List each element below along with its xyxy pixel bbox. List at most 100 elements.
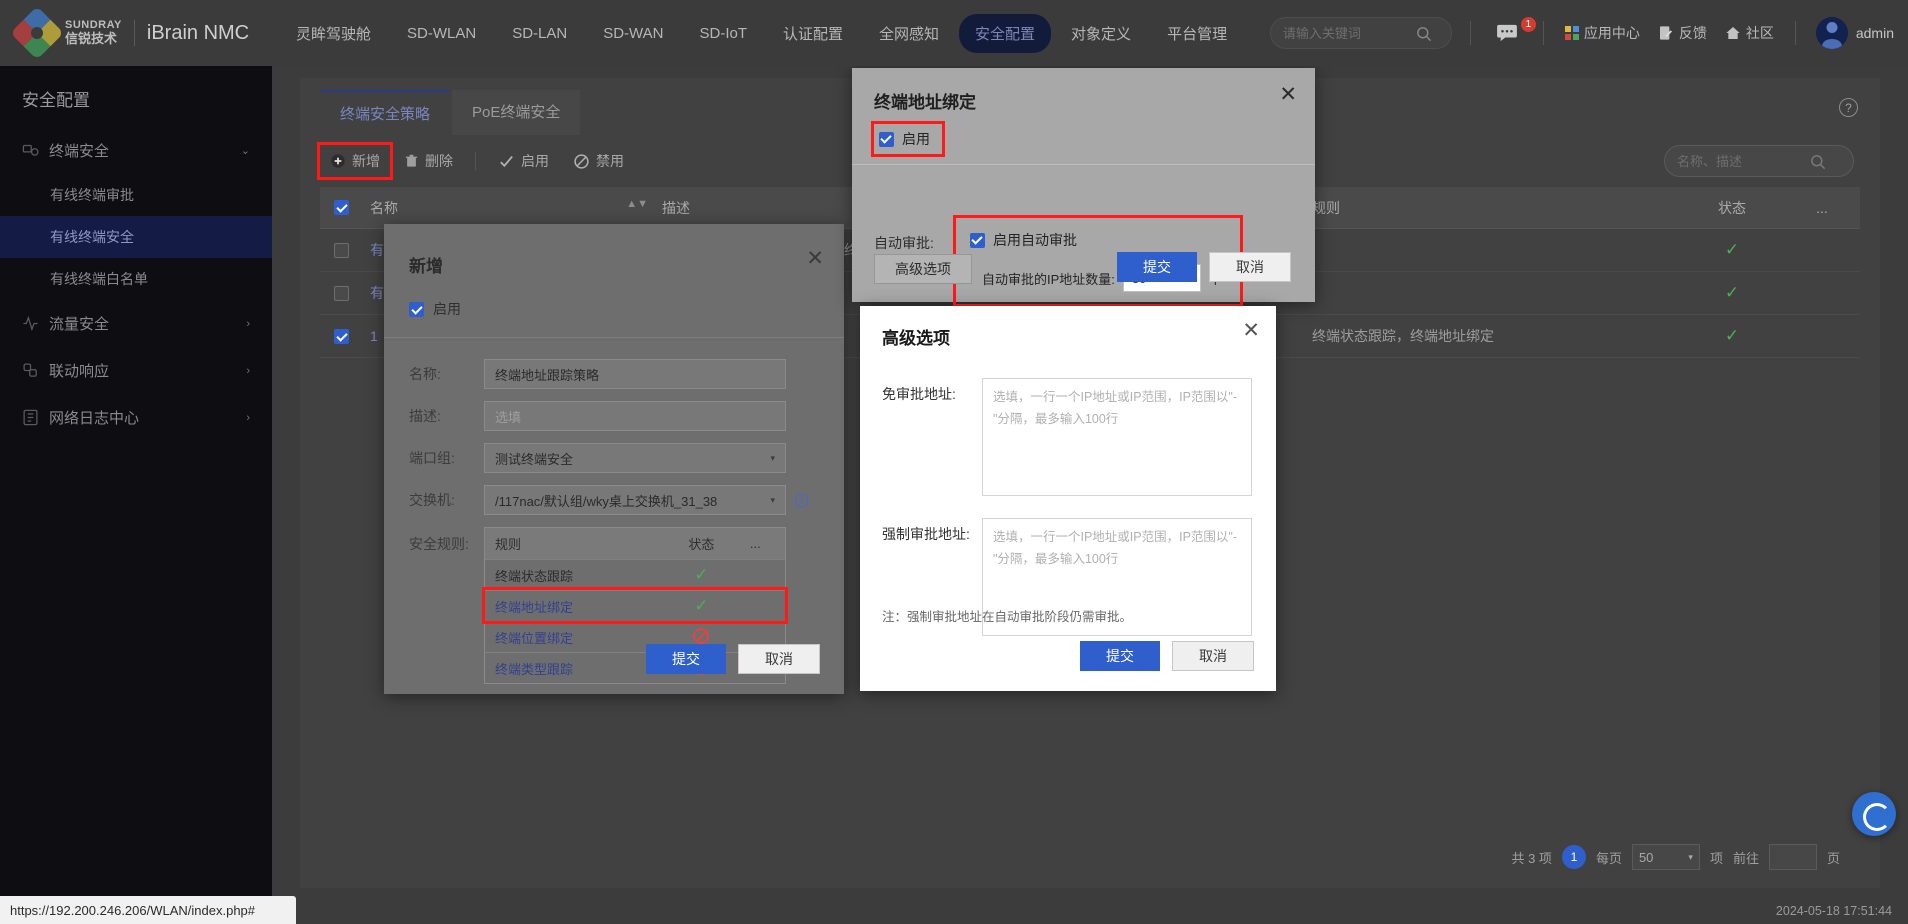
- add-button[interactable]: 新增: [317, 142, 393, 180]
- submit-button[interactable]: 提交: [1117, 252, 1197, 282]
- advanced-options-button[interactable]: 高级选项: [874, 254, 972, 284]
- link-icon: [23, 363, 37, 377]
- table-search-input[interactable]: [1675, 152, 1805, 170]
- sidebar-group-traffic-security[interactable]: 流量安全 ›: [0, 300, 272, 347]
- enable-label: 启用: [902, 131, 930, 147]
- column-header-name[interactable]: 名称 ▲▼: [362, 198, 662, 218]
- disable-button[interactable]: 禁用: [563, 145, 634, 177]
- messages-button[interactable]: 1: [1487, 17, 1536, 42]
- column-header-status: 状态: [1718, 199, 1746, 216]
- check-icon: [500, 155, 513, 167]
- select-all-cell: [320, 200, 362, 215]
- nav-item-object-definition[interactable]: 对象定义: [1055, 14, 1147, 53]
- description-input[interactable]: 选填: [484, 401, 786, 431]
- community-button[interactable]: 社区: [1716, 23, 1783, 43]
- ip-count-label: 自动审批的IP地址数量:: [982, 271, 1115, 287]
- info-icon[interactable]: [794, 493, 809, 508]
- brand-name: SUNDRAY 信锐技术: [65, 20, 122, 45]
- table-search[interactable]: [1664, 145, 1854, 177]
- row-checkbox[interactable]: [333, 328, 349, 344]
- nav-item-sd-iot[interactable]: SD-IoT: [683, 16, 763, 51]
- port-group-value: 测试终端安全: [495, 451, 574, 467]
- auto-approve-toggle-row[interactable]: 启用自动审批: [970, 230, 1226, 250]
- rule-name[interactable]: 终端类型跟踪: [495, 659, 667, 678]
- enable-toggle-row[interactable]: 启用: [871, 121, 945, 157]
- cancel-button[interactable]: 取消: [1172, 641, 1254, 671]
- rules-column-status: 状态: [688, 537, 715, 552]
- nav-item-security-config[interactable]: 安全配置: [959, 13, 1052, 53]
- rules-column-more[interactable]: ...: [736, 536, 775, 551]
- auto-approve-checkbox[interactable]: [970, 232, 985, 248]
- chevron-right-icon: ›: [246, 364, 250, 377]
- switch-label: 交换机:: [409, 492, 455, 508]
- sidebar-group-linkage-response[interactable]: 联动响应 ›: [0, 347, 272, 394]
- rule-name[interactable]: 终端地址绑定: [495, 597, 667, 616]
- advanced-options-dialog: 高级选项 ✕ 免审批地址: 选填，一行一个IP地址或IP范围，IP范围以"-"分…: [860, 306, 1276, 691]
- per-page-select[interactable]: 50 ▾: [1631, 844, 1700, 870]
- exempt-address-textarea[interactable]: 选填，一行一个IP地址或IP范围，IP范围以"-"分隔，最多输入100行: [982, 378, 1252, 496]
- sort-icon[interactable]: ▲▼: [626, 198, 648, 210]
- close-icon[interactable]: ✕: [1242, 320, 1260, 341]
- nav-item-platform-management[interactable]: 平台管理: [1151, 14, 1243, 53]
- row-select-cell: [320, 242, 362, 258]
- rule-name[interactable]: 终端位置绑定: [495, 628, 667, 647]
- tab-terminal-security-policy[interactable]: 终端安全策略: [320, 90, 451, 135]
- name-input[interactable]: 终端地址跟踪策略: [484, 359, 786, 389]
- nav-item-auth-config[interactable]: 认证配置: [767, 14, 859, 53]
- dialog-title: 高级选项: [882, 329, 950, 348]
- nav-item-network-awareness[interactable]: 全网感知: [863, 14, 955, 53]
- enable-checkbox[interactable]: [409, 301, 424, 317]
- sidebar-item-wired-terminal-security[interactable]: 有线终端安全: [0, 216, 272, 258]
- port-group-select[interactable]: 测试终端安全 ▾: [484, 443, 786, 473]
- enable-checkbox[interactable]: [879, 131, 894, 147]
- sidebar-group-label: 终端安全: [49, 143, 110, 160]
- form-row-name: 名称: 终端地址跟踪策略: [384, 359, 844, 389]
- rule-row-terminal-address-binding[interactable]: 终端地址绑定 ✓: [482, 587, 788, 624]
- delete-button[interactable]: 删除: [394, 145, 463, 177]
- check-icon: ✓: [1724, 240, 1740, 259]
- username-label[interactable]: admin: [1856, 25, 1894, 41]
- enable-button[interactable]: 启用: [488, 145, 559, 177]
- nav-item-sd-lan[interactable]: SD-LAN: [496, 16, 583, 51]
- chat-icon: [1496, 24, 1517, 42]
- auto-approve-checkbox-label: 启用自动审批: [993, 232, 1077, 248]
- submit-button[interactable]: 提交: [646, 644, 726, 674]
- support-chat-bubble[interactable]: [1852, 792, 1896, 836]
- search-input[interactable]: [1280, 24, 1411, 42]
- sidebar-group-network-log-center[interactable]: 网络日志中心 ›: [0, 394, 272, 441]
- row-checkbox[interactable]: [333, 285, 349, 301]
- app-center-button[interactable]: 应用中心: [1556, 23, 1649, 43]
- help-icon[interactable]: ?: [1839, 98, 1858, 117]
- sidebar-group-terminal-security[interactable]: 终端安全 ⌄: [0, 127, 272, 174]
- close-icon[interactable]: ✕: [806, 248, 824, 269]
- name-label: 名称:: [409, 366, 441, 382]
- feedback-icon: [1659, 26, 1672, 40]
- nav-item-sd-wan[interactable]: SD-WAN: [587, 16, 679, 51]
- tab-poe-terminal-security[interactable]: PoE终端安全: [452, 90, 581, 135]
- submit-button[interactable]: 提交: [1080, 641, 1160, 671]
- feedback-button[interactable]: 反馈: [1649, 23, 1716, 43]
- rule-row-terminal-state-tracking[interactable]: 终端状态跟踪 ✓: [485, 559, 785, 590]
- per-page-value: 50: [1638, 849, 1654, 865]
- pagination: 共 3 项 1 每页 50 ▾ 项 前往 页: [300, 844, 1880, 870]
- close-icon[interactable]: ✕: [1279, 84, 1297, 105]
- select-all-checkbox[interactable]: [333, 200, 349, 215]
- nav-item-sd-wlan[interactable]: SD-WLAN: [391, 16, 492, 51]
- main-nav: 灵眸驾驶舱 SD-WLAN SD-LAN SD-WAN SD-IoT 认证配置 …: [280, 13, 1243, 53]
- global-search[interactable]: [1269, 17, 1452, 49]
- page-number[interactable]: 1: [1561, 845, 1586, 869]
- goto-page-input[interactable]: [1768, 844, 1817, 870]
- cancel-button[interactable]: 取消: [1209, 252, 1291, 282]
- cancel-button[interactable]: 取消: [738, 644, 820, 674]
- search-icon: [1811, 154, 1826, 169]
- row-checkbox[interactable]: [333, 242, 349, 258]
- switch-select[interactable]: /117nac/默认组/wky桌上交换机_31_38 ▾: [484, 485, 786, 515]
- enable-toggle-row[interactable]: 启用: [409, 299, 461, 319]
- sidebar-item-wired-terminal-approval[interactable]: 有线终端审批: [0, 174, 272, 216]
- home-icon: [1726, 27, 1740, 39]
- column-header-more[interactable]: ...: [1792, 200, 1852, 216]
- nav-item-cockpit[interactable]: 灵眸驾驶舱: [280, 14, 387, 53]
- sidebar-item-wired-terminal-whitelist[interactable]: 有线终端白名单: [0, 258, 272, 300]
- avatar[interactable]: [1815, 17, 1848, 49]
- description-label: 描述:: [409, 408, 441, 424]
